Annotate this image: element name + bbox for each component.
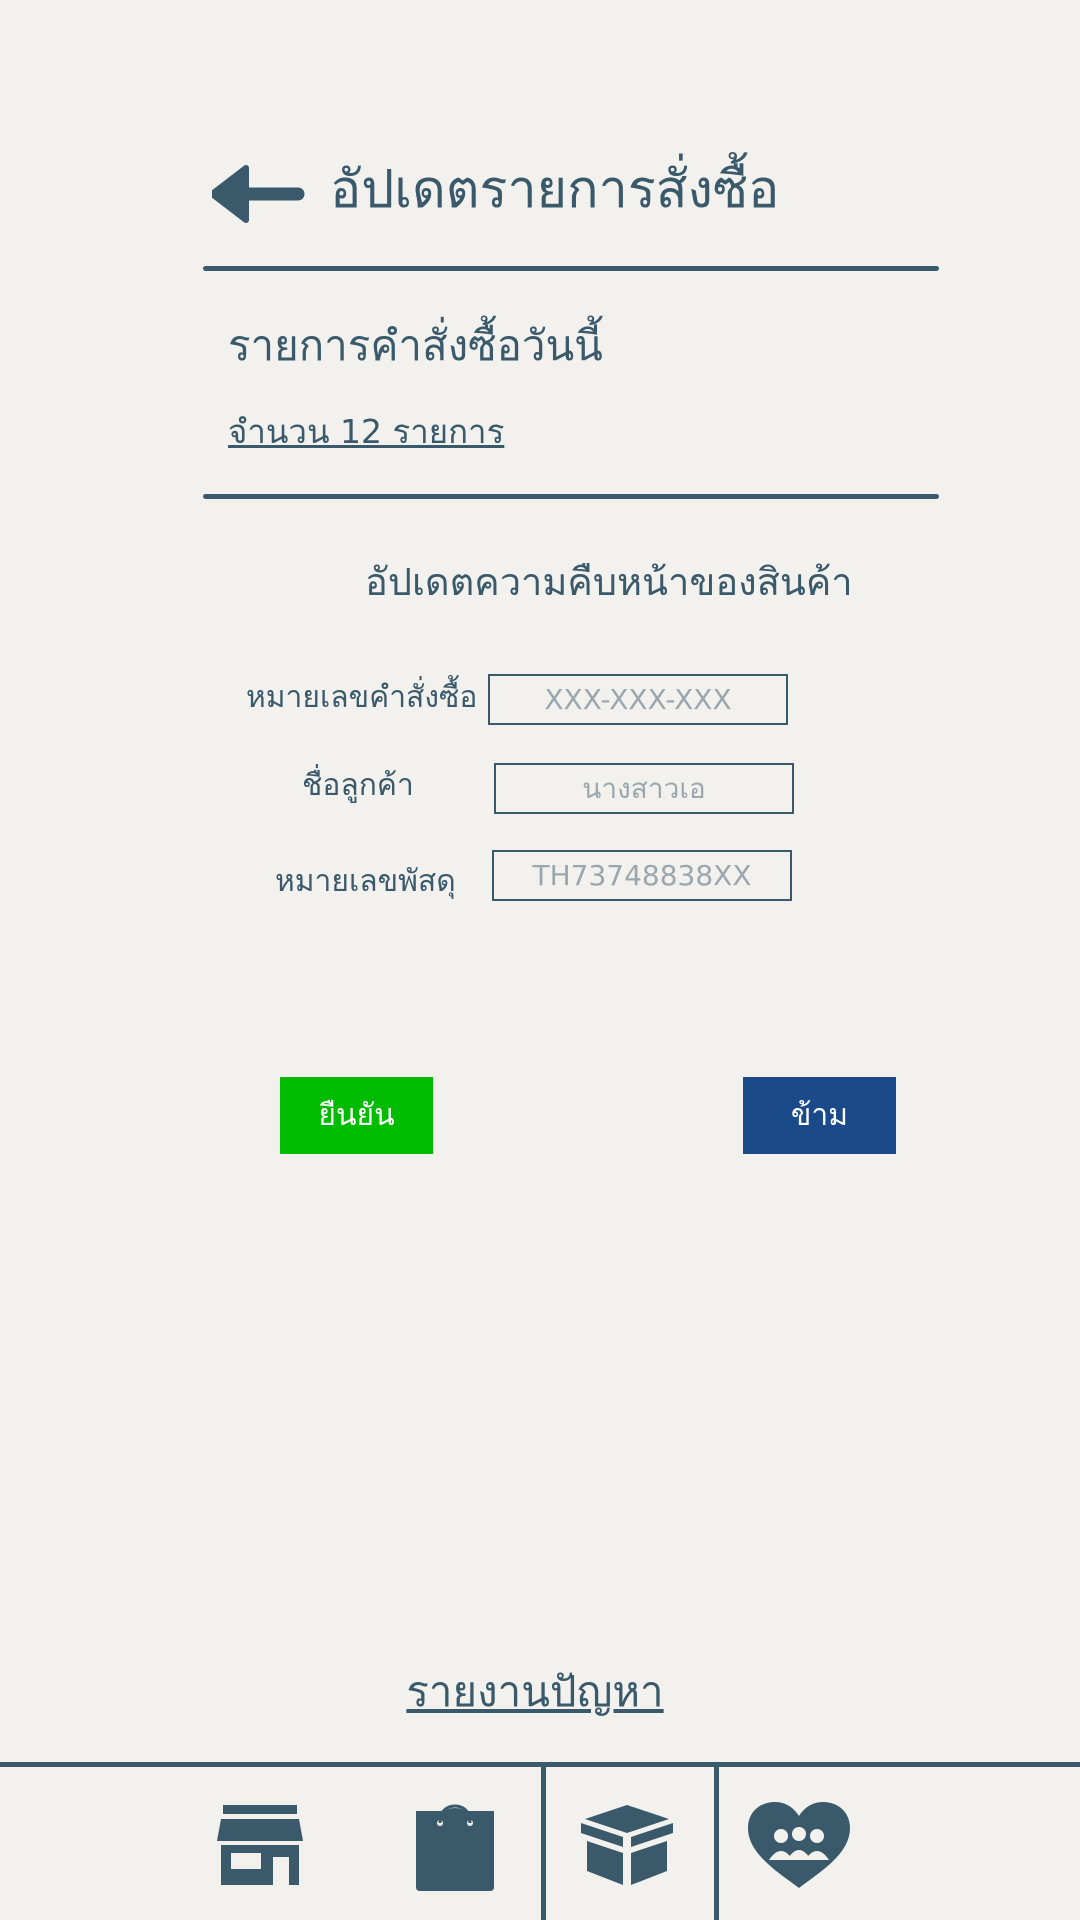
community-heart-icon (748, 1802, 850, 1888)
nav-item-packages[interactable] (566, 1790, 688, 1900)
arrow-left-icon (209, 165, 305, 223)
skip-button[interactable]: ข้าม (743, 1077, 896, 1154)
nav-separator (714, 1765, 719, 1920)
header-divider (203, 266, 939, 271)
confirm-button[interactable]: ยืนยัน (280, 1077, 433, 1154)
package-box-icon (581, 1805, 673, 1885)
customer-name-label: ชื่อลูกค้า (302, 768, 414, 803)
bottom-nav-divider (0, 1762, 1080, 1767)
summary-title: รายการคำสั่งซื้อวันนี้ (228, 321, 603, 370)
order-number-input[interactable] (488, 674, 788, 725)
nav-separator (541, 1765, 546, 1920)
shopping-bag-icon (416, 1804, 494, 1891)
section-title: อัปเดตความคืบหน้าของสินค้า (365, 560, 853, 604)
order-number-label: หมายเลขคำสั่งซื้อ (246, 680, 478, 715)
summary-divider (203, 494, 939, 499)
tracking-number-label: หมายเลขพัสดุ (275, 864, 456, 899)
tracking-number-input[interactable] (492, 850, 792, 901)
nav-item-community[interactable] (740, 1790, 858, 1900)
back-button[interactable] (209, 164, 306, 224)
nav-item-orders[interactable] (395, 1790, 515, 1900)
report-problem-link[interactable]: รายงานปัญหา (0, 1664, 1070, 1720)
customer-name-input[interactable] (494, 763, 794, 814)
order-count-link[interactable]: จำนวน 12 รายการ (228, 410, 504, 454)
nav-item-store[interactable] (200, 1790, 320, 1900)
page-title: อัปเดตรายการสั่งซื้อ (330, 160, 780, 220)
store-icon (217, 1805, 303, 1885)
